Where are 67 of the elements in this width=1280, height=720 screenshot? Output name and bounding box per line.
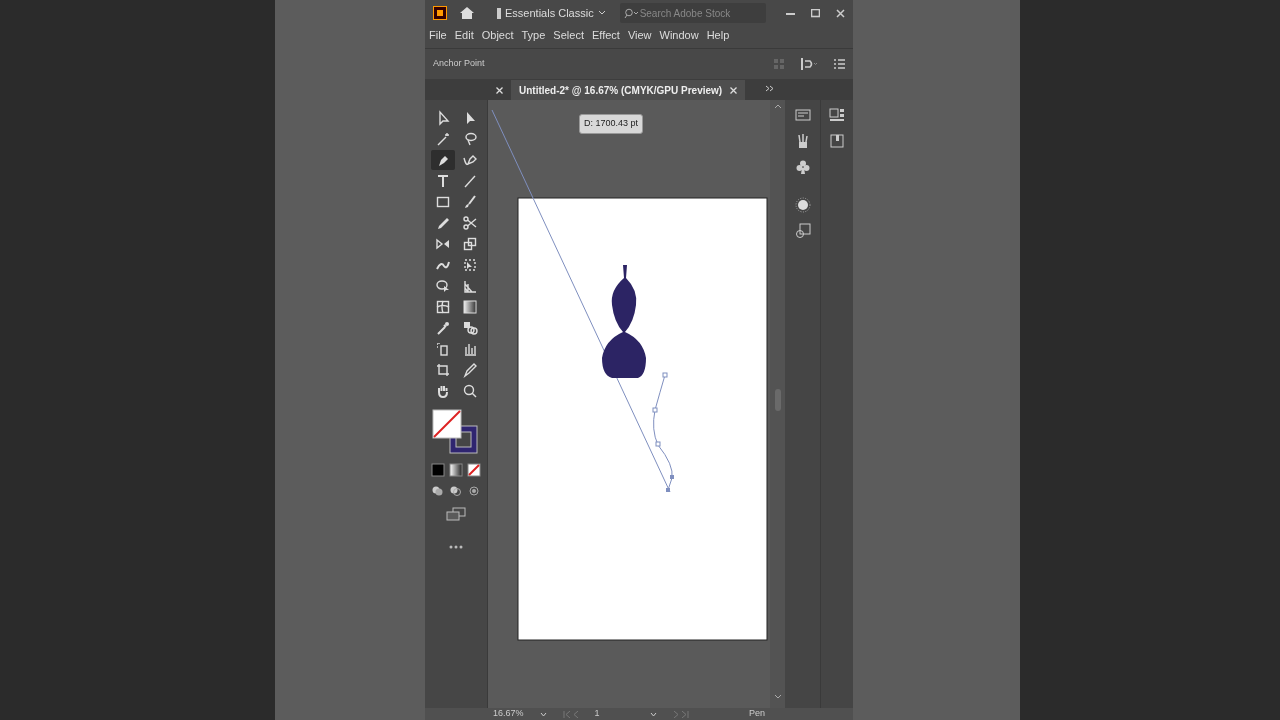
color-swatch[interactable] bbox=[431, 463, 445, 477]
transparency-icon[interactable] bbox=[794, 223, 811, 239]
sun-icon[interactable] bbox=[794, 197, 811, 213]
caret-icon[interactable] bbox=[539, 711, 547, 717]
draw-mode-icon[interactable] bbox=[449, 485, 463, 497]
menu-item[interactable]: Select bbox=[549, 27, 588, 44]
menu-item[interactable]: Effect bbox=[587, 27, 624, 44]
draw-mode-icon[interactable] bbox=[431, 485, 445, 497]
pen-icon bbox=[461, 152, 478, 168]
chevrons-icon[interactable] bbox=[765, 85, 775, 93]
current-tool-label: Pen bbox=[749, 707, 765, 720]
document-icon[interactable] bbox=[829, 133, 845, 149]
close-icon[interactable] bbox=[836, 8, 845, 18]
search-icon bbox=[623, 8, 638, 20]
maximize-icon[interactable] bbox=[811, 8, 820, 18]
distance-tooltip: D: 1700.43 pt bbox=[579, 114, 644, 134]
scale-icon bbox=[461, 236, 478, 252]
artboard-icon bbox=[434, 362, 451, 378]
menu-item[interactable]: File bbox=[425, 27, 451, 44]
screen-mode-icon[interactable] bbox=[446, 507, 466, 522]
none-swatch[interactable] bbox=[467, 463, 481, 477]
scroll-down-icon[interactable] bbox=[773, 694, 782, 700]
home-icon[interactable] bbox=[459, 6, 475, 21]
control-label: Anchor Point bbox=[433, 57, 485, 71]
gradient-icon bbox=[461, 299, 478, 315]
club-icon[interactable] bbox=[794, 159, 811, 175]
document-tab[interactable]: Untitled-2* @ 16.67% (CMYK/GPU Preview) bbox=[511, 80, 746, 100]
blend-icon bbox=[461, 320, 478, 336]
caret-icon[interactable] bbox=[649, 711, 657, 717]
workspace-dropdown[interactable]: Essentials Classic bbox=[491, 4, 612, 23]
menu-item[interactable]: Type bbox=[517, 27, 550, 44]
rectangle-icon bbox=[434, 194, 451, 210]
grid-icon bbox=[774, 59, 784, 69]
line-icon bbox=[461, 173, 478, 189]
draw-mode-icon[interactable] bbox=[467, 485, 481, 497]
properties-icon[interactable] bbox=[794, 107, 811, 123]
knife-icon bbox=[461, 362, 478, 378]
search-field[interactable]: Search Adobe Stock bbox=[619, 3, 766, 24]
menu-item[interactable]: Help bbox=[702, 27, 734, 44]
menu-item[interactable]: View bbox=[623, 27, 656, 44]
menu-item[interactable]: Object bbox=[477, 27, 518, 44]
close-icon[interactable] bbox=[496, 86, 503, 94]
fill-stroke-swatch[interactable] bbox=[432, 409, 480, 455]
search-icon bbox=[461, 383, 478, 399]
app-logo-icon bbox=[433, 6, 447, 21]
close-icon[interactable] bbox=[730, 86, 738, 94]
more-icon[interactable] bbox=[449, 544, 463, 549]
shape-builder-icon bbox=[434, 278, 451, 294]
transform-icon bbox=[461, 257, 478, 273]
panel-menu-icon[interactable] bbox=[834, 59, 845, 69]
tab-title: Untitled-2* @ 16.67% (CMYK/GPU Preview) bbox=[519, 83, 723, 98]
pen-tool[interactable] bbox=[430, 150, 455, 170]
gradient-swatch[interactable] bbox=[449, 463, 463, 477]
reflect-icon bbox=[434, 236, 451, 252]
sprayer-icon bbox=[434, 341, 451, 357]
menu-item[interactable]: Window bbox=[655, 27, 703, 44]
libraries-icon[interactable] bbox=[829, 107, 845, 123]
zoom-level[interactable]: 16.67% bbox=[493, 707, 524, 720]
artboard-number[interactable]: 1 bbox=[594, 707, 600, 720]
scissors-icon bbox=[461, 215, 478, 231]
bar-icon bbox=[497, 7, 501, 19]
caret-icon bbox=[597, 10, 606, 17]
grid-icon bbox=[461, 278, 478, 294]
menu-item[interactable]: Edit bbox=[450, 27, 478, 44]
scroll-up-icon[interactable] bbox=[773, 104, 782, 109]
mesh-icon bbox=[434, 299, 451, 315]
align-icon[interactable] bbox=[800, 58, 818, 70]
